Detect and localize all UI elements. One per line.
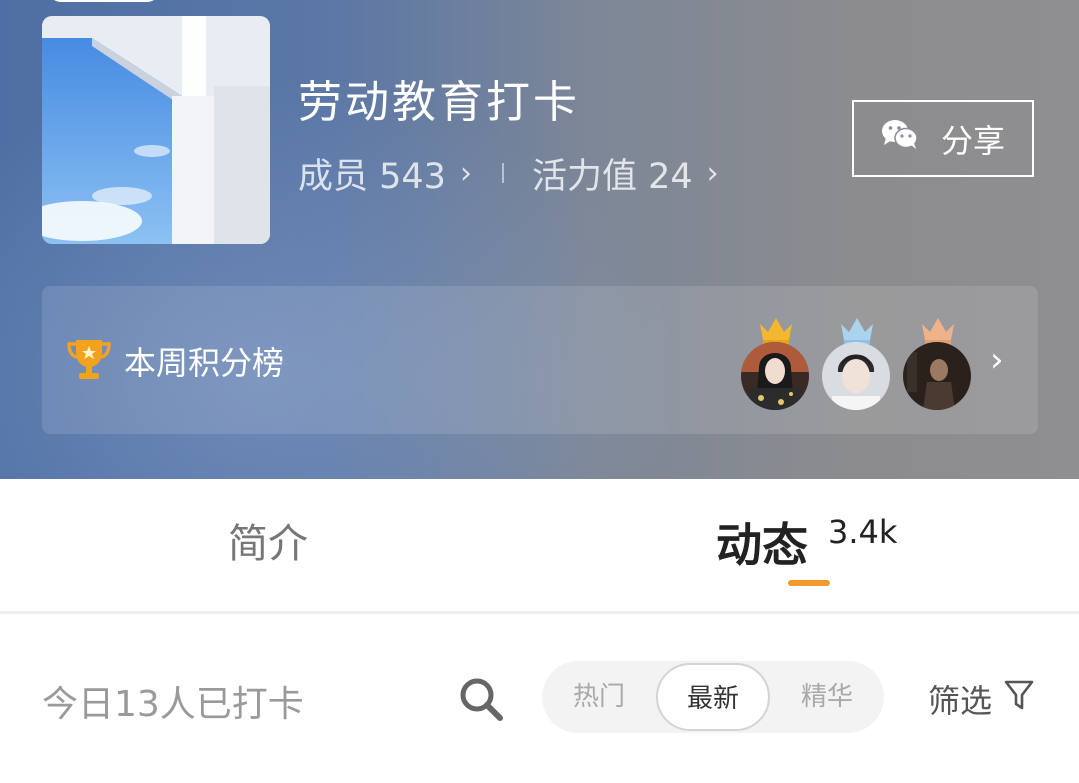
tab-bar: 简介 动态 3.4k xyxy=(0,479,1079,613)
tab-intro[interactable]: 简介 xyxy=(228,511,308,569)
weekly-ranking-label: 本周积分榜 xyxy=(124,344,285,382)
group-header: 劳动教育打卡 成员 543 › 活力值 24 › 分享 本周积分榜 › xyxy=(0,0,1079,479)
share-button[interactable]: 分享 xyxy=(852,100,1034,177)
checkin-count: 今日13人已打卡 xyxy=(42,684,304,725)
active-tab-indicator xyxy=(788,580,830,586)
stats-divider xyxy=(501,163,504,183)
filter-label: 筛选 xyxy=(928,682,993,720)
vitality-label: 活力值 24 xyxy=(531,156,693,197)
chevron-right-icon: › xyxy=(459,155,472,191)
funnel-icon xyxy=(1004,679,1034,719)
avatar[interactable] xyxy=(903,342,971,410)
filter-button[interactable]: 筛选 xyxy=(928,676,1034,722)
members-link[interactable]: 成员 543 › xyxy=(298,148,472,199)
tab-feed[interactable]: 动态 xyxy=(716,509,808,575)
sort-latest[interactable]: 最新 xyxy=(656,663,770,731)
vitality-link[interactable]: 活力值 24 › xyxy=(532,148,719,199)
chevron-right-icon: › xyxy=(706,155,719,191)
group-stats: 成员 543 › 活力值 24 › xyxy=(298,148,719,199)
chevron-right-icon[interactable]: › xyxy=(990,340,1004,380)
sort-hot[interactable]: 热门 xyxy=(542,661,656,733)
search-icon[interactable] xyxy=(458,676,504,726)
tab-feed-count: 3.4k xyxy=(828,513,898,551)
group-title: 劳动教育打卡 xyxy=(298,77,580,128)
group-cover-image[interactable] xyxy=(42,16,270,244)
avatar[interactable] xyxy=(741,342,809,410)
sort-segmented-control: 热门 最新 精华 xyxy=(542,661,884,733)
members-label: 成员 543 xyxy=(298,156,446,197)
sort-featured[interactable]: 精华 xyxy=(770,661,884,733)
avatar[interactable] xyxy=(822,342,890,410)
trophy-icon xyxy=(66,338,112,386)
tab-divider xyxy=(0,611,1079,614)
top-pill xyxy=(48,0,160,2)
share-label: 分享 xyxy=(940,121,1005,160)
wechat-icon xyxy=(881,119,919,159)
